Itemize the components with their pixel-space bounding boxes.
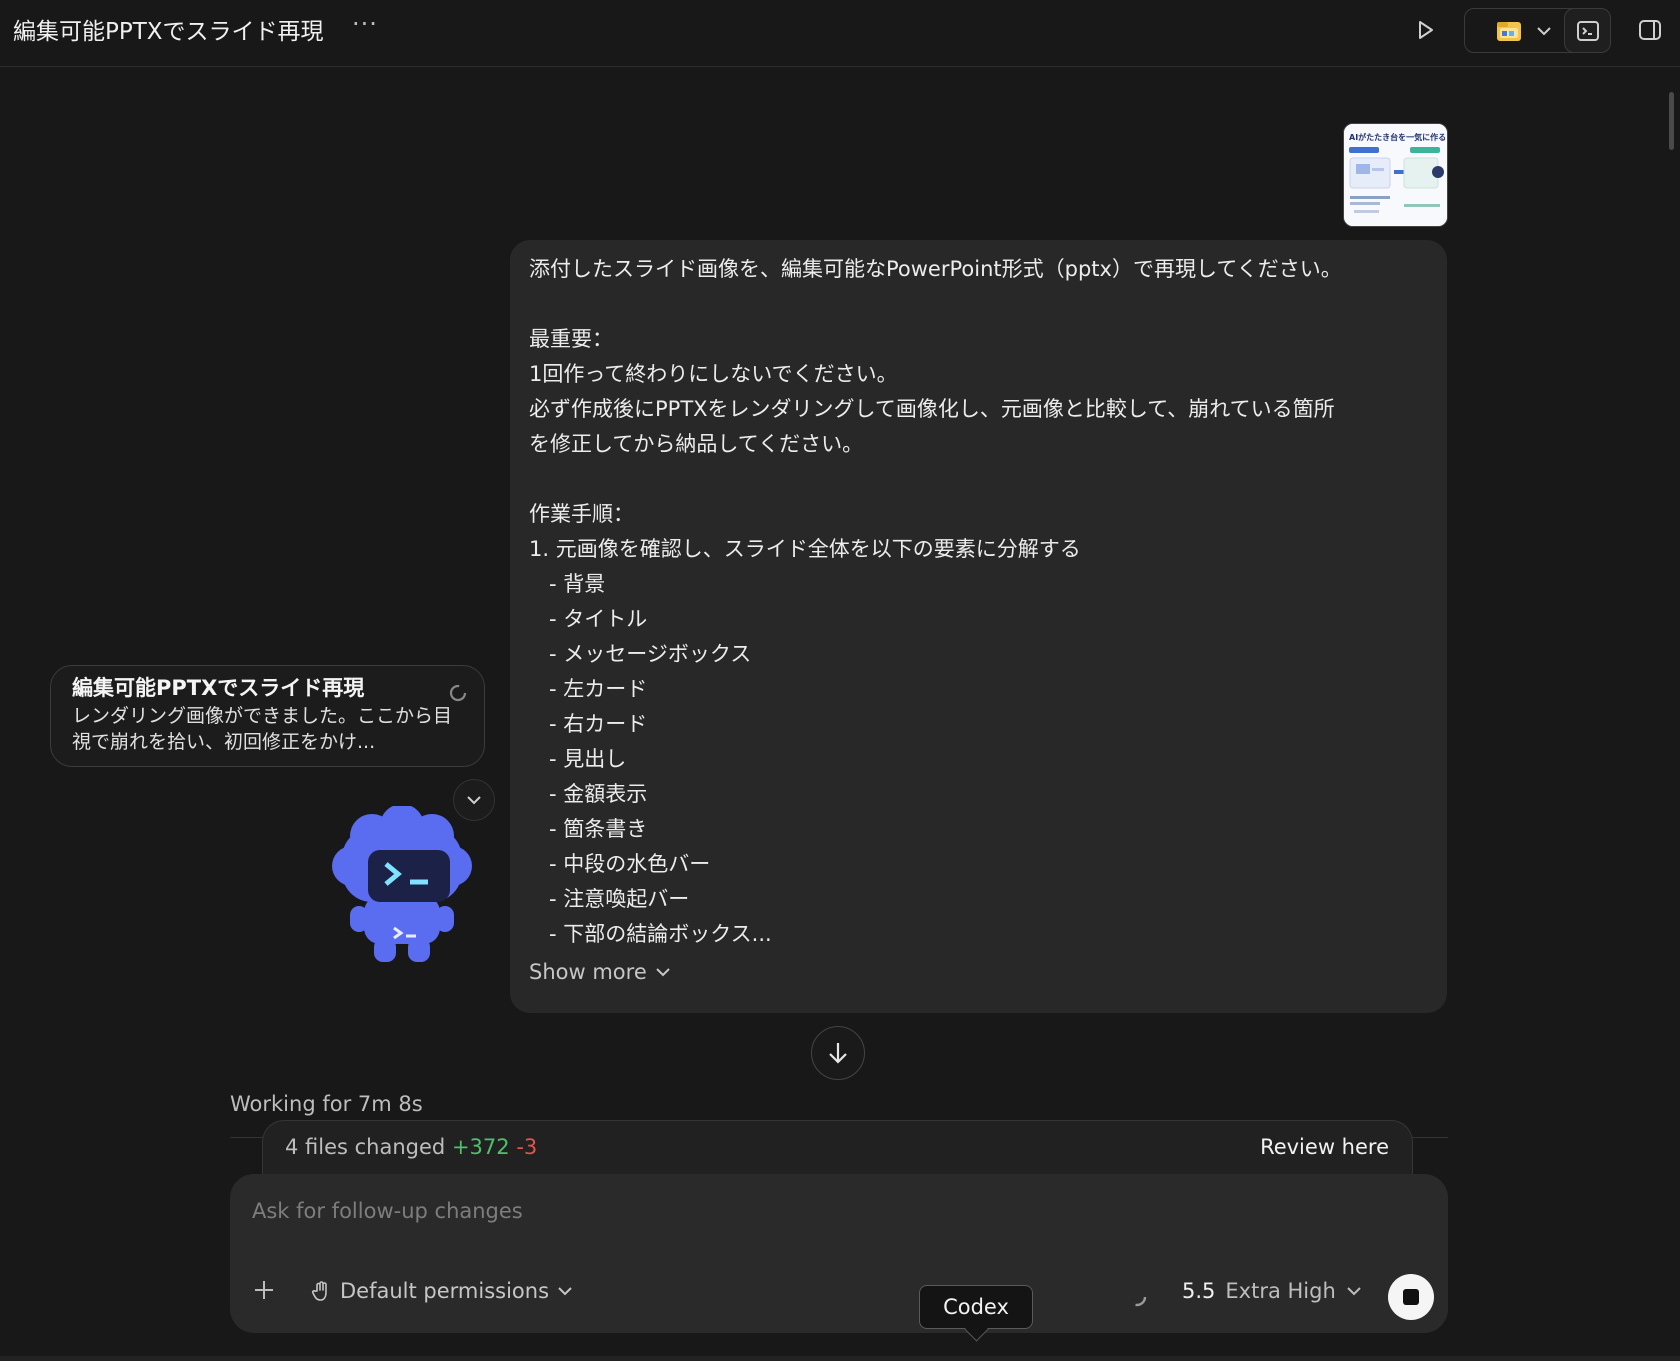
- tooltip-label: Codex: [943, 1295, 1009, 1319]
- thumbnail-caption: AIがたたき台を一気に作る: [1349, 132, 1446, 142]
- stop-button[interactable]: [1388, 1274, 1434, 1320]
- tooltip-arrow: [964, 1317, 989, 1342]
- message-line: - 注意喚起バー: [529, 887, 690, 911]
- toggle-panel-button[interactable]: [1630, 8, 1670, 51]
- file-explorer-icon: [1496, 21, 1521, 41]
- plus-icon: [255, 1281, 273, 1299]
- stop-icon: [1403, 1289, 1419, 1305]
- deletions-count: -3: [516, 1135, 538, 1159]
- more-options-icon[interactable]: ···: [352, 10, 378, 38]
- loading-spinner-icon: [1127, 1287, 1147, 1307]
- message-lines: 添付したスライド画像を、編集可能なPowerPoint形式（pptx）で再現して…: [529, 252, 1429, 952]
- message-line: 作業手順：: [529, 502, 634, 526]
- working-status: Working for 7m 8s: [230, 1092, 423, 1116]
- files-changed-summary: 4 files changed +372 -3: [285, 1135, 537, 1159]
- codex-tooltip: Codex: [919, 1285, 1033, 1342]
- chevron-down-icon: [1536, 26, 1551, 35]
- terminal-icon: [1576, 20, 1599, 41]
- hand-icon: [312, 1281, 327, 1301]
- message-line: 最重要：: [529, 327, 613, 351]
- chevron-down-icon: [467, 796, 481, 805]
- message-line: - 下部の結論ボックス...: [529, 922, 772, 946]
- message-line: を修正してから納品してください。: [529, 432, 864, 456]
- chevron-down-icon: [558, 1287, 572, 1296]
- play-icon: [1419, 20, 1433, 39]
- show-more-button[interactable]: Show more: [529, 960, 671, 984]
- permissions-dropdown[interactable]: Default permissions: [310, 1279, 573, 1303]
- chevron-down-icon: [656, 968, 670, 977]
- sidebar-panel-icon: [1639, 19, 1661, 40]
- follow-up-input[interactable]: [250, 1192, 1424, 1230]
- reasoning-mode: Extra High: [1225, 1279, 1336, 1303]
- composer: Default permissions 5.5 Extra High: [230, 1174, 1448, 1333]
- codex-mascot-icon: [332, 806, 472, 962]
- page-title: 編集可能PPTXでスライド再現: [13, 19, 324, 45]
- model-selector[interactable]: 5.5 Extra High: [1182, 1279, 1362, 1303]
- message-line: - 中段の水色バー: [529, 852, 711, 876]
- message-line: 1. 元画像を確認し、スライド全体を以下の要素に分解する: [529, 537, 1081, 561]
- run-button[interactable]: [1406, 8, 1446, 51]
- scrollbar-thumb[interactable]: [1669, 92, 1674, 150]
- message-line: - 金額表示: [529, 782, 648, 806]
- message-line: [529, 287, 1429, 322]
- message-line: 添付したスライド画像を、編集可能なPowerPoint形式（pptx）で再現して…: [529, 257, 1342, 281]
- message-line: - 右カード: [529, 712, 648, 736]
- loading-spinner-icon: [449, 684, 467, 702]
- notification-body: レンダリング画像ができました。ここから目視で崩れを拾い、初回修正をかけ...: [72, 705, 453, 753]
- message-line: - メッセージボックス: [529, 642, 752, 666]
- message-line: - 背景: [529, 572, 606, 596]
- top-bar: 編集可能PPTXでスライド再現 ···: [0, 0, 1680, 67]
- message-line: 1回作って終わりにしないでください。: [529, 362, 898, 386]
- notification-title: 編集可能PPTXでスライド再現: [72, 676, 365, 700]
- message-line: - 箇条書き: [529, 817, 648, 841]
- additions-count: +372: [451, 1135, 510, 1159]
- message-line: 必ず作成後にPPTXをレンダリングして画像化し、元画像と比較して、崩れている箇所: [529, 397, 1335, 421]
- attached-slide-thumbnail[interactable]: AIがたたき台を一気に作る: [1343, 123, 1448, 227]
- message-line: - タイトル: [529, 607, 648, 631]
- terminal-button[interactable]: [1564, 8, 1611, 53]
- review-here-button[interactable]: Review here: [1260, 1135, 1389, 1159]
- show-more-label: Show more: [529, 960, 647, 984]
- permissions-label: Default permissions: [340, 1279, 550, 1303]
- message-line: [529, 462, 1429, 497]
- user-message: 添付したスライド画像を、編集可能なPowerPoint形式（pptx）で再現して…: [510, 240, 1447, 1013]
- message-line: - 見出し: [529, 747, 627, 771]
- task-notification[interactable]: 編集可能PPTXでスライド再現 レンダリング画像ができました。ここから目視で崩れ…: [50, 665, 485, 767]
- scroll-to-bottom-button[interactable]: [811, 1026, 865, 1080]
- files-changed-bar: 4 files changed +372 -3 Review here: [262, 1120, 1413, 1182]
- files-changed-count: 4 files changed: [285, 1135, 446, 1159]
- arrow-down-icon: [829, 1043, 847, 1064]
- bottom-edge: [0, 1356, 1680, 1361]
- model-version: 5.5: [1182, 1279, 1216, 1303]
- message-line: - 左カード: [529, 677, 648, 701]
- chevron-down-icon: [1347, 1287, 1361, 1296]
- add-attachment-button[interactable]: [252, 1278, 276, 1308]
